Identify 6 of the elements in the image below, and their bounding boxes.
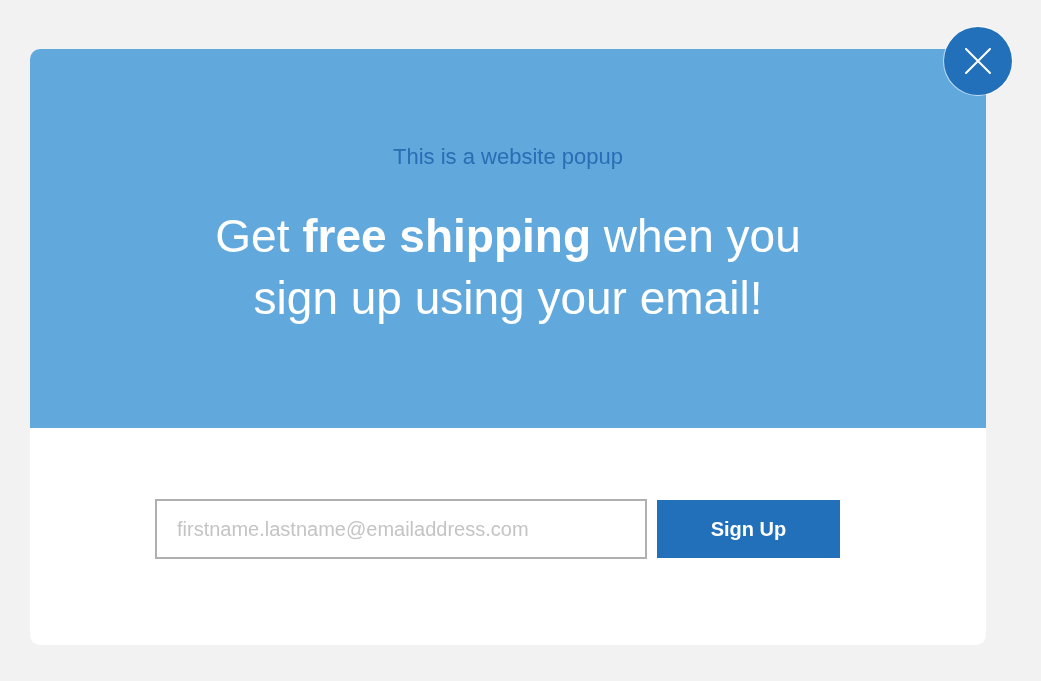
email-input[interactable]: firstname.lastname@emailaddress.com: [155, 499, 647, 559]
close-icon: [965, 48, 991, 74]
close-button[interactable]: [944, 27, 1012, 95]
popup-headline: Get free shipping when you sign up using your email!: [214, 209, 802, 326]
sign-up-button[interactable]: Sign Up: [657, 500, 840, 558]
popup-subtitle: This is a website popup: [393, 144, 623, 170]
